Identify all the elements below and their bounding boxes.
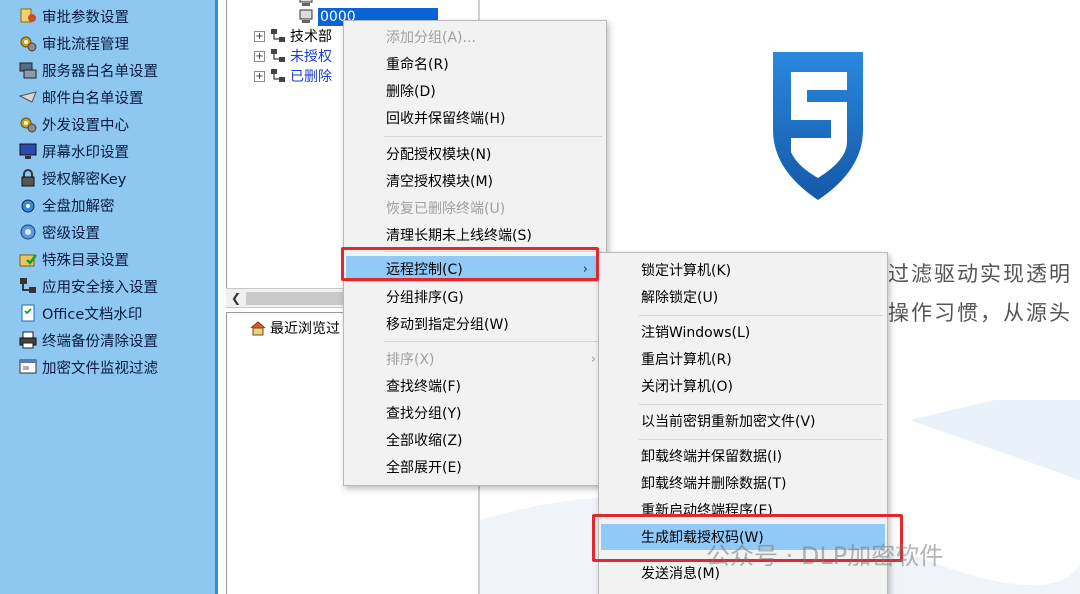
expand-icon[interactable]: +: [254, 30, 265, 42]
menu-item-expand-all[interactable]: 全部展开(E): [344, 454, 606, 480]
nav-item-label: 审批参数设置: [42, 9, 129, 26]
tree-node-label: 已删除: [290, 69, 332, 85]
submenu-arrow-icon: ›: [582, 261, 588, 277]
nav-item-label: 外发设置中心: [42, 117, 129, 134]
group-icon: [269, 27, 287, 45]
nav-item-office-watermark[interactable]: Office文档水印: [18, 300, 142, 326]
submenu-item-shutdown-computer[interactable]: 关闭计算机(O): [599, 373, 887, 399]
nav-item-server-whitelist[interactable]: 服务器白名单设置: [18, 57, 158, 83]
menu-item-find-terminal[interactable]: 查找终端(F): [344, 373, 606, 399]
expand-icon[interactable]: +: [254, 70, 265, 82]
submenu-item-uninstall-delete-data[interactable]: 卸载终端并删除数据(T): [599, 470, 887, 496]
nav-item-app-secure-access[interactable]: 应用安全接入设置: [18, 273, 158, 299]
menu-item-collapse-all[interactable]: 全部收缩(Z): [344, 427, 606, 453]
printer-icon: [18, 330, 38, 350]
menu-item-group-sort[interactable]: 分组排序(G): [344, 284, 606, 310]
nav-item-label: 邮件白名单设置: [42, 90, 144, 107]
watermark-text: 公众号 · DLP加密软件: [706, 542, 944, 570]
mail-icon: [18, 87, 38, 107]
nav-item-approval-params[interactable]: 审批参数设置: [18, 3, 129, 29]
nav-item-label: 审批流程管理: [42, 36, 129, 53]
nav-item-label: 授权解密Key: [42, 171, 127, 188]
submenu-item-uninstall-keep-data[interactable]: 卸载终端并保留数据(I): [599, 443, 887, 469]
gear-blue-icon: [18, 222, 38, 242]
network-icon: [18, 276, 38, 296]
content-line-2: 操作习惯，从源头: [888, 301, 1072, 325]
filter-window-icon: [18, 357, 38, 377]
menu-separator: [384, 341, 602, 342]
nav-item-label: 终端备份清除设置: [42, 333, 158, 350]
computer-icon: [297, 8, 315, 26]
context-menu: 添加分组(A)... 重命名(R) 删除(D) 回收并保留终端(H) 分配授权模…: [343, 20, 607, 486]
monitor-icon: [18, 141, 38, 161]
nav-item-encrypted-file-filter[interactable]: 加密文件监视过滤: [18, 354, 158, 380]
folder-check-icon: [18, 249, 38, 269]
nav-item-special-directory[interactable]: 特殊目录设置: [18, 246, 129, 272]
menu-separator: [639, 404, 883, 405]
nav-item-full-disk-encryption[interactable]: 全盘加解密: [18, 192, 115, 218]
nav-item-mail-whitelist[interactable]: 邮件白名单设置: [18, 84, 144, 110]
nav-item-label: 全盘加解密: [42, 198, 115, 215]
submenu-item-restart-computer[interactable]: 重启计算机(R): [599, 346, 887, 372]
nav-item-auth-decrypt-key[interactable]: 授权解密Key: [18, 165, 126, 191]
nav-item-label: 服务器白名单设置: [42, 63, 158, 80]
group-icon: [269, 47, 287, 65]
nav-item-screen-watermark[interactable]: 屏幕水印设置: [18, 138, 129, 164]
content-line-1: 过滤驱动实现透明: [888, 262, 1072, 286]
submenu-item-unlock[interactable]: 解除锁定(U): [599, 284, 887, 310]
tree-node-deleted[interactable]: + 已删除: [254, 66, 332, 86]
menu-item-add-group[interactable]: 添加分组(A)...: [344, 24, 606, 50]
menu-separator: [384, 251, 602, 252]
server-icon: [18, 60, 38, 80]
document-icon: [18, 303, 38, 323]
nav-item-outgoing-center[interactable]: 外发设置中心: [18, 111, 129, 137]
expand-icon[interactable]: +: [254, 50, 265, 62]
menu-separator: [639, 315, 883, 316]
submenu-item-lock-computer[interactable]: 锁定计算机(K): [599, 257, 887, 283]
nav-item-approval-flow[interactable]: 审批流程管理: [18, 30, 129, 56]
nav-item-label: 应用安全接入设置: [42, 279, 158, 296]
submenu-item-logoff-windows[interactable]: 注销Windows(L): [599, 319, 887, 345]
home-icon: [249, 319, 267, 337]
nav-item-security-level[interactable]: 密级设置: [18, 219, 100, 245]
menu-item-delete[interactable]: 删除(D): [344, 78, 606, 104]
menu-item-recycle-keep-terminal[interactable]: 回收并保留终端(H): [344, 105, 606, 131]
menu-item-remote-control[interactable]: 远程控制(C) ›: [346, 256, 598, 282]
tree-node-unauthorized[interactable]: + 未授权: [254, 46, 332, 66]
menu-item-clear-auth-module[interactable]: 清空授权模块(M): [344, 168, 606, 194]
disk-icon: [18, 195, 38, 215]
menu-item-move-to-group[interactable]: 移动到指定分组(W): [344, 311, 606, 337]
lock-icon: [18, 168, 38, 188]
nav-item-label: 加密文件监视过滤: [42, 360, 158, 377]
menu-item-clean-offline-terminals[interactable]: 清理长期未上线终端(S): [344, 222, 606, 248]
menu-item-restore-deleted-terminal[interactable]: 恢复已删除终端(U): [344, 195, 606, 221]
tree-node-label: 技术部: [290, 29, 332, 45]
nav-item-terminal-backup-clear[interactable]: 终端备份清除设置: [18, 327, 158, 353]
gears-icon: [18, 33, 38, 53]
group-icon: [269, 67, 287, 85]
gears-icon: [18, 114, 38, 134]
submenu-item-restart-terminal[interactable]: 重新启动终端程序(E): [599, 497, 887, 523]
menu-separator: [639, 439, 883, 440]
left-navigation-panel: 审批参数设置 审批流程管理 服务器白名单设置 邮件白名单设置 外发设置中心 屏幕…: [0, 0, 218, 594]
nav-item-label: Office文档水印: [42, 306, 143, 323]
approval-settings-icon: [18, 6, 38, 26]
tree-node-tech-dept[interactable]: + 技术部: [254, 26, 332, 46]
nav-item-label: 屏幕水印设置: [42, 144, 129, 161]
nav-item-label: 特殊目录设置: [42, 252, 129, 269]
recent-browse-label: 最近浏览过: [270, 321, 340, 337]
menu-item-sort[interactable]: 排序(X) ›: [344, 346, 606, 372]
recent-browse-node[interactable]: 最近浏览过: [249, 318, 340, 338]
menu-separator: [384, 136, 602, 137]
tree-node-label: 未授权: [290, 49, 332, 65]
menu-item-assign-auth-module[interactable]: 分配授权模块(N): [344, 141, 606, 167]
menu-item-find-group[interactable]: 查找分组(Y): [344, 400, 606, 426]
nav-item-label: 密级设置: [42, 225, 100, 242]
submenu-item-reencrypt-files[interactable]: 以当前密钥重新加密文件(V): [599, 408, 887, 434]
scroll-left-arrow-icon[interactable]: ❮: [228, 290, 244, 307]
menu-item-rename[interactable]: 重命名(R): [344, 51, 606, 77]
submenu-arrow-icon: ›: [590, 351, 596, 367]
shield-logo-icon: [773, 52, 863, 200]
